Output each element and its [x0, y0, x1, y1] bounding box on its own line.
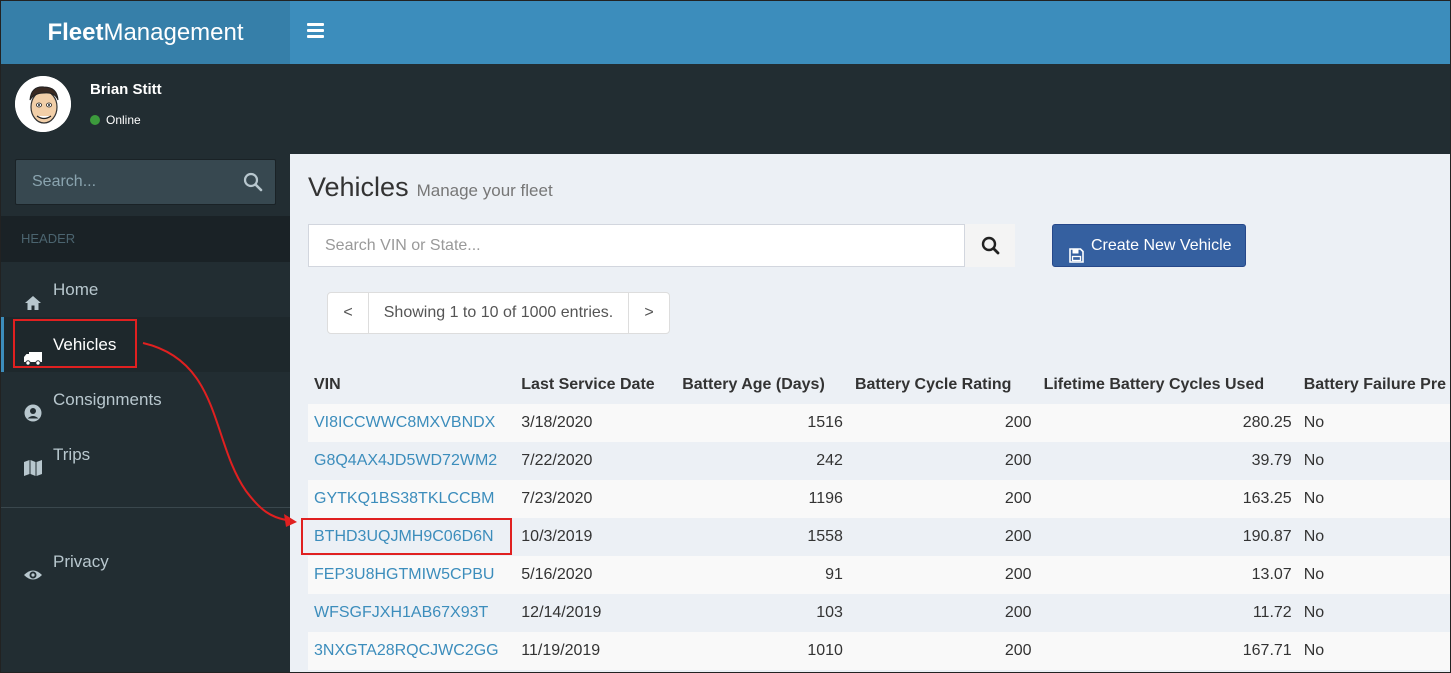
- home-icon: [23, 280, 43, 310]
- content-top-band: [290, 64, 1450, 154]
- last-service-date: 3/18/2020: [521, 414, 593, 431]
- online-dot-icon: [90, 115, 100, 125]
- page-subtitle: Manage your fleet: [416, 181, 553, 200]
- battery-age: 1010: [807, 642, 843, 659]
- pagination: < Showing 1 to 10 of 1000 entries. >: [327, 292, 670, 334]
- page-title: Vehicles Manage your fleet: [308, 172, 553, 202]
- sidebar-item-consignments[interactable]: Consignments: [1, 372, 290, 427]
- top-navbar: FleetManagement: [1, 1, 1450, 64]
- sidebar-item-trips[interactable]: Trips: [1, 427, 290, 482]
- column-header-last-service-date[interactable]: Last Service Date: [515, 366, 676, 404]
- table-row: GYTKQ1BS38TKLCCBM 7/23/2020 1196 200 163…: [308, 480, 1450, 518]
- app-window: FleetManagement Brian Stitt Online Searc…: [0, 0, 1451, 673]
- battery-age: 103: [816, 604, 843, 621]
- next-page-button[interactable]: >: [629, 293, 669, 333]
- last-service-date: 12/14/2019: [521, 604, 602, 621]
- vehicle-search: [308, 224, 965, 267]
- lifetime-cycles-used: 190.87: [1242, 528, 1292, 545]
- battery-failure: No: [1303, 490, 1325, 507]
- search-icon[interactable]: [243, 172, 263, 192]
- last-service-date: 11/19/2019: [521, 642, 601, 659]
- column-header-battery-cycle-rating[interactable]: Battery Cycle Rating: [849, 366, 1038, 404]
- last-service-date: 5/16/2020: [521, 566, 593, 583]
- sidebar-search-input[interactable]: [16, 160, 236, 204]
- lifetime-cycles-used: 280.25: [1242, 414, 1292, 431]
- lifetime-cycles-used: 39.79: [1251, 452, 1292, 469]
- user-name: Brian Stitt: [90, 81, 162, 98]
- vin-link[interactable]: G8Q4AX4JD5WD72WM2: [314, 452, 497, 469]
- create-vehicle-button[interactable]: Create New Vehicle: [1052, 224, 1246, 267]
- lifetime-cycles-used: 13.07: [1251, 566, 1292, 583]
- table-row: WFSGFJXH1AB67X93T 12/14/2019 103 200 11.…: [308, 594, 1450, 632]
- search-button[interactable]: [965, 224, 1015, 267]
- battery-cycle-rating: 200: [1004, 490, 1032, 507]
- main-content: VehiclesManage your fleet Create New Veh…: [290, 64, 1450, 672]
- sidebar-search: [15, 159, 276, 205]
- brand-logo[interactable]: FleetManagement: [1, 1, 290, 64]
- lifetime-cycles-used: 163.25: [1242, 490, 1292, 507]
- battery-failure: No: [1303, 604, 1325, 621]
- user-circle-icon: [23, 390, 43, 422]
- vehicle-search-input[interactable]: [309, 225, 964, 266]
- battery-age: 242: [816, 452, 843, 469]
- sidebar-item-privacy[interactable]: Privacy: [1, 534, 290, 589]
- battery-failure: No: [1303, 642, 1325, 659]
- user-panel: Brian Stitt Online: [1, 64, 290, 154]
- sidebar-item-home[interactable]: Home: [1, 262, 290, 317]
- avatar: [15, 76, 71, 132]
- battery-cycle-rating: 200: [1004, 566, 1032, 583]
- table-row: FEP3U8HGTMIW5CPBU 5/16/2020 91 200 13.07…: [308, 556, 1450, 594]
- table-row: VI8ICCWWC8MXVBNDX 3/18/2020 1516 200 280…: [308, 404, 1450, 442]
- column-header-battery-failure[interactable]: Battery Failure Pre: [1298, 366, 1450, 404]
- sidebar-item-label: Privacy: [53, 552, 109, 571]
- eye-icon: [23, 552, 43, 580]
- battery-age: 1558: [807, 528, 843, 545]
- user-status: Online: [90, 113, 141, 127]
- last-service-date: 7/22/2020: [521, 452, 593, 469]
- battery-age: 91: [825, 566, 843, 583]
- sidebar-item-label: Trips: [53, 445, 91, 464]
- vin-link[interactable]: WFSGFJXH1AB67X93T: [314, 604, 488, 621]
- battery-failure: No: [1303, 414, 1325, 431]
- battery-failure: No: [1303, 528, 1325, 545]
- table-row: G8Q4AX4JD5WD72WM2 7/22/2020 242 200 39.7…: [308, 442, 1450, 480]
- last-service-date: 10/3/2019: [521, 528, 593, 545]
- battery-age: 1196: [808, 490, 843, 507]
- battery-age: 1516: [807, 414, 843, 431]
- lifetime-cycles-used: 167.71: [1242, 642, 1292, 659]
- prev-page-button[interactable]: <: [328, 293, 368, 333]
- battery-cycle-rating: 200: [1004, 604, 1032, 621]
- battery-failure: No: [1303, 452, 1325, 469]
- table-row: 3NXGTA28RQCJWC2GG 11/19/2019 1010 200 16…: [308, 632, 1450, 670]
- vin-highlight-box: [301, 518, 512, 555]
- save-icon: [1069, 238, 1084, 263]
- vin-link[interactable]: VI8ICCWWC8MXVBNDX: [314, 414, 495, 431]
- battery-cycle-rating: 200: [1004, 414, 1032, 431]
- column-header-battery-age[interactable]: Battery Age (Days): [676, 366, 849, 404]
- battery-cycle-rating: 200: [1004, 642, 1032, 659]
- column-header-lifetime-cycles[interactable]: Lifetime Battery Cycles Used: [1038, 366, 1298, 404]
- table-header-row: VIN Last Service Date Battery Age (Days)…: [308, 366, 1450, 404]
- column-header-vin[interactable]: VIN: [308, 366, 515, 404]
- map-icon: [23, 445, 43, 476]
- vin-link[interactable]: GYTKQ1BS38TKLCCBM: [314, 490, 495, 507]
- sidebar-item-label: Home: [53, 280, 99, 299]
- search-icon: [981, 236, 1000, 255]
- battery-cycle-rating: 200: [1004, 528, 1032, 545]
- vin-link[interactable]: FEP3U8HGTMIW5CPBU: [314, 566, 494, 583]
- sidebar-item-label: Consignments: [53, 390, 162, 409]
- lifetime-cycles-used: 11.72: [1252, 604, 1292, 621]
- sidebar-divider: [1, 507, 290, 508]
- vin-link[interactable]: 3NXGTA28RQCJWC2GG: [314, 642, 499, 659]
- battery-cycle-rating: 200: [1004, 452, 1032, 469]
- battery-failure: No: [1303, 566, 1325, 583]
- sidebar: Brian Stitt Online HEADER Home Vehicles: [1, 64, 290, 672]
- sidebar-header: HEADER: [1, 216, 290, 262]
- last-service-date: 7/23/2020: [521, 490, 593, 507]
- vehicles-highlight-box: [13, 319, 137, 368]
- hamburger-menu-icon[interactable]: [307, 23, 324, 39]
- pagination-info: Showing 1 to 10 of 1000 entries.: [368, 293, 629, 333]
